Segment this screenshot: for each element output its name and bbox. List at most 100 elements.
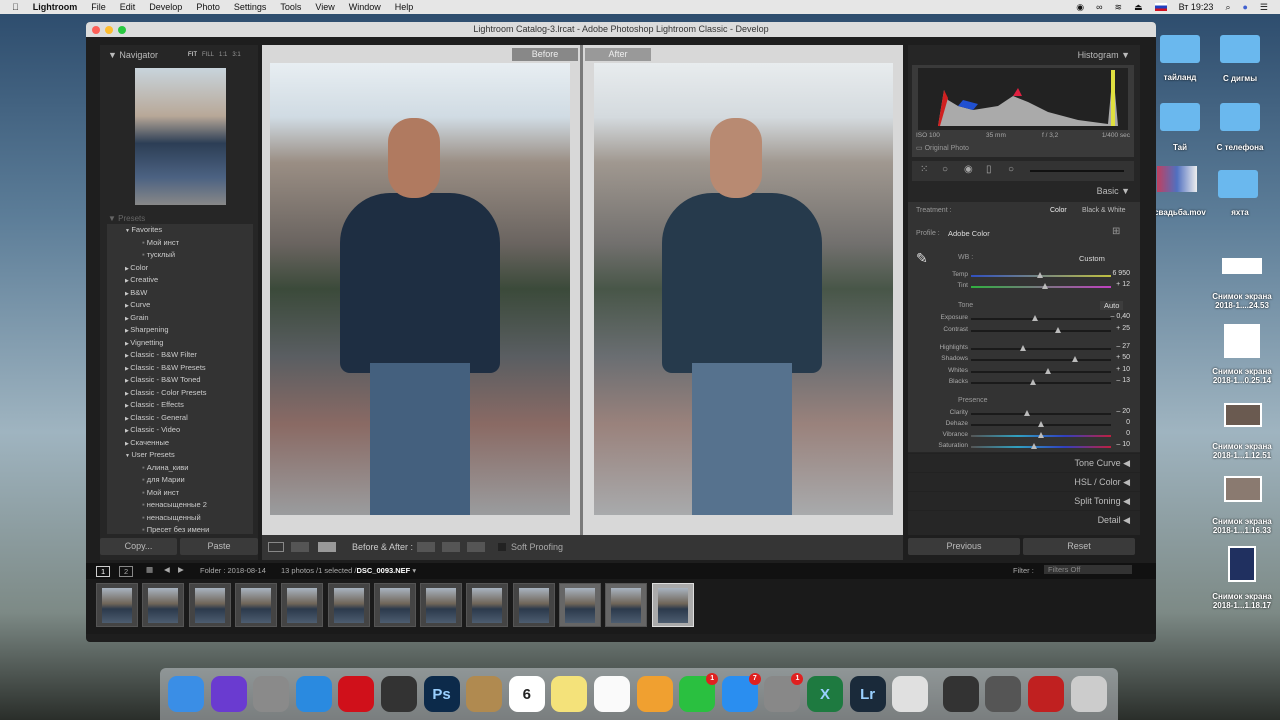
preset-group[interactable]: ▶ Grain	[107, 312, 253, 325]
desktop-item-label[interactable]: Снимок экрана 2018-1...1.18.17	[1202, 592, 1280, 610]
detail-section[interactable]: Detail ◀	[908, 510, 1140, 528]
slider-knob[interactable]	[1045, 368, 1051, 374]
screenshot-thumbnail[interactable]	[1224, 403, 1262, 427]
slider-temp[interactable]: Temp 6 950	[908, 270, 1140, 281]
histogram-header[interactable]: Histogram ▼	[1078, 50, 1130, 60]
filmstrip-thumbnail[interactable]	[373, 583, 416, 627]
slider-shadows[interactable]: Shadows + 50	[908, 354, 1140, 365]
slider-value[interactable]: – 13	[1116, 377, 1130, 384]
preset-item[interactable]: ▪ Мой инст	[107, 237, 253, 250]
slider-whites[interactable]: Whites + 10	[908, 366, 1140, 377]
slider-track[interactable]	[971, 446, 1111, 448]
excel-icon[interactable]: X	[807, 676, 843, 712]
eject-icon[interactable]: ⏏	[1134, 2, 1143, 13]
preset-group[interactable]: ▶ Classic - B&W Presets	[107, 362, 253, 375]
slider-knob[interactable]	[1029, 379, 1036, 385]
paste-button[interactable]: Paste	[180, 538, 258, 555]
slider-clarity[interactable]: Clarity – 20	[908, 408, 1140, 419]
slider-track[interactable]	[971, 318, 1111, 320]
slider-value[interactable]: 0	[1126, 430, 1130, 437]
screenshot-icon[interactable]	[985, 676, 1022, 712]
siri-icon[interactable]	[210, 676, 247, 712]
notes-icon[interactable]	[551, 676, 588, 712]
slider-knob[interactable]	[1036, 272, 1043, 278]
hsl-color-section[interactable]: HSL / Color ◀	[908, 472, 1140, 490]
preset-group[interactable]: ▶ Classic - General	[107, 412, 253, 425]
opera-icon[interactable]	[338, 676, 375, 712]
slider-value[interactable]: 6 950	[1112, 270, 1130, 277]
slider-value[interactable]: + 25	[1116, 325, 1130, 332]
menu-app[interactable]: Lightroom	[33, 2, 78, 12]
desktop-item-label[interactable]: Снимок экрана 2018-1...1.12.51	[1202, 442, 1280, 460]
system-preferences-icon[interactable]: 1	[764, 673, 804, 712]
desktop-item-label[interactable]: Снимок экрана 2018-1....24.53	[1202, 292, 1280, 310]
finder-icon[interactable]	[168, 676, 204, 712]
spotlight-icon[interactable]: ⌕	[1225, 2, 1230, 13]
slider-knob[interactable]	[1031, 443, 1037, 449]
slider-track[interactable]	[971, 286, 1111, 288]
spot-removal-icon[interactable]: ○	[942, 164, 948, 175]
folder-icon[interactable]	[1220, 35, 1260, 63]
zoom-3-1[interactable]: 3:1	[232, 52, 240, 58]
radial-filter-icon[interactable]: ○	[1008, 164, 1014, 175]
notification-center-icon[interactable]: ☰	[1260, 2, 1268, 13]
close-button[interactable]	[92, 26, 100, 34]
slider-track[interactable]	[971, 330, 1111, 332]
slider-blacks[interactable]: Blacks – 13	[908, 377, 1140, 388]
display-1-button[interactable]: 1	[96, 566, 111, 577]
auto-tone-button[interactable]: Auto	[1100, 301, 1124, 310]
preset-group[interactable]: ▶ Скаченные	[107, 437, 253, 450]
trash-icon[interactable]	[1070, 676, 1107, 712]
filmstrip-thumbnail[interactable]	[96, 583, 138, 627]
video-thumbnail[interactable]	[1157, 166, 1197, 192]
siri-icon[interactable]: ●	[1242, 2, 1247, 12]
filmstrip-thumbnail[interactable]	[605, 583, 648, 627]
forward-arrow-icon[interactable]: ▶	[178, 565, 184, 574]
slider-track[interactable]	[971, 359, 1111, 361]
folder-icon[interactable]	[1160, 35, 1200, 63]
slider-knob[interactable]	[1038, 432, 1044, 438]
photos-icon[interactable]	[636, 676, 673, 712]
slider-vibrance[interactable]: Vibrance 0	[908, 430, 1140, 441]
menu-photo[interactable]: Photo	[196, 2, 220, 12]
original-photo-toggle[interactable]: ▭ Original Photo	[916, 144, 969, 152]
preset-group[interactable]: ▼ User Presets	[107, 449, 253, 462]
preset-group[interactable]: ▶ Classic - Effects	[107, 399, 253, 412]
folder-icon[interactable]	[1218, 170, 1258, 198]
filmstrip-thumbnail[interactable]	[234, 583, 277, 627]
preset-item[interactable]: ▪ Пресет без имени	[107, 524, 253, 534]
preset-item[interactable]: ▪ ненасыщенный	[107, 512, 253, 525]
back-arrow-icon[interactable]: ◀	[164, 565, 170, 574]
preset-group[interactable]: ▶ Classic - B&W Filter	[107, 349, 253, 362]
slider-track[interactable]	[971, 382, 1111, 384]
filmstrip-thumbnail[interactable]	[559, 583, 601, 627]
launchpad-icon[interactable]	[253, 676, 290, 712]
display-2-button[interactable]: 2	[119, 566, 134, 577]
safari-icon[interactable]	[295, 676, 332, 712]
photo-booth-icon[interactable]	[1028, 676, 1064, 712]
preset-item[interactable]: ▪ ненасыщенные 2	[107, 499, 253, 512]
filmstrip-thumbnail[interactable]	[281, 583, 324, 627]
menu-tools[interactable]: Tools	[280, 2, 301, 12]
treatment-black-white[interactable]: Black & White	[1082, 207, 1126, 214]
desktop-item-label[interactable]: Снимок экрана 2018-1...0.25.14	[1202, 367, 1280, 385]
creative-cloud-icon[interactable]: ∞	[1096, 2, 1102, 12]
loupe-view-icon[interactable]	[268, 542, 284, 552]
slider-value[interactable]: – 10	[1116, 441, 1130, 448]
red-eye-icon[interactable]: ◉	[964, 164, 973, 175]
navigator-preview[interactable]	[135, 68, 226, 205]
language-flag-icon[interactable]	[1154, 3, 1167, 11]
preset-group[interactable]: ▶ Color	[107, 262, 253, 275]
facetime-icon[interactable]: 1	[679, 673, 719, 712]
lightroom-icon[interactable]: Lr	[849, 676, 886, 712]
slider-highlights[interactable]: Highlights – 27	[908, 343, 1140, 354]
filmstrip-thumbnail[interactable]	[466, 583, 509, 627]
split-toning-section[interactable]: Split Toning ◀	[908, 491, 1140, 509]
filmstrip-thumbnail[interactable]	[327, 583, 370, 627]
slider-exposure[interactable]: Exposure – 0,40	[908, 313, 1140, 324]
reset-button[interactable]: Reset	[1023, 538, 1135, 555]
slider-knob[interactable]	[1042, 283, 1049, 289]
copy-after-to-before-button[interactable]	[442, 542, 460, 552]
preset-group[interactable]: ▶ Creative	[107, 274, 253, 287]
zoom-fit[interactable]: FIT	[188, 52, 197, 58]
